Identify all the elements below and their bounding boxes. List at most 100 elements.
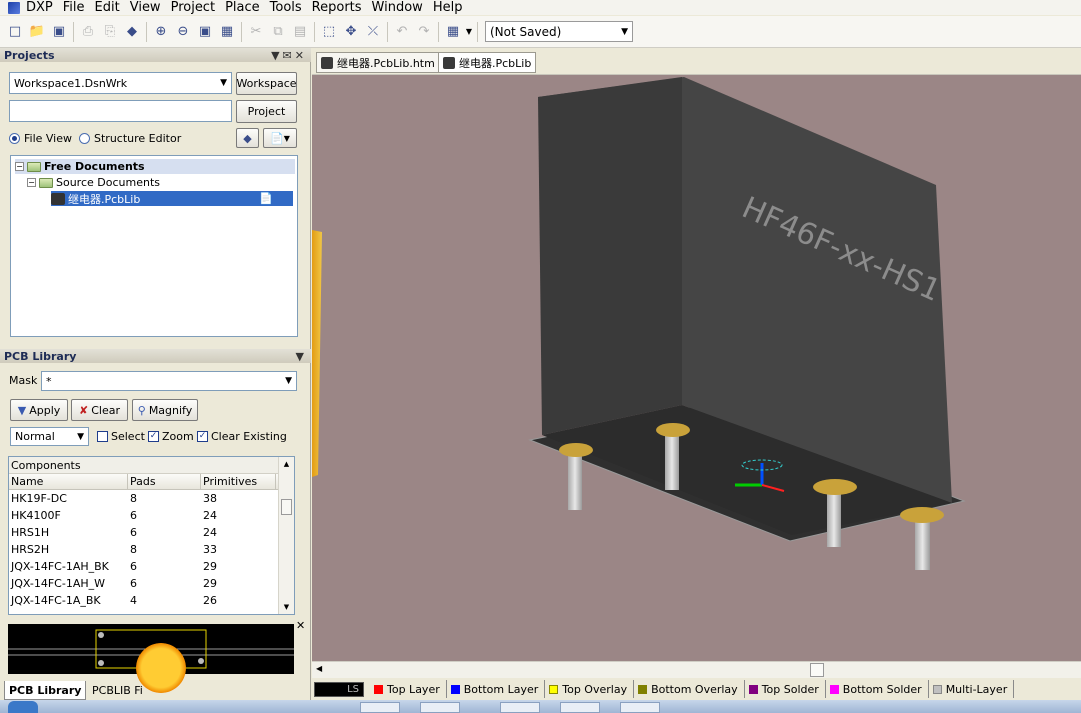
- menu-file[interactable]: File: [61, 0, 93, 15]
- tab-pcblib[interactable]: 继电器.PcbLib: [438, 52, 537, 73]
- current-layer-indicator[interactable]: LS: [314, 681, 364, 697]
- select-area-icon[interactable]: ⬚: [318, 21, 340, 43]
- layer-tab-multi-layer[interactable]: Multi-Layer: [929, 680, 1015, 698]
- taskbar-app-icon[interactable]: [420, 702, 460, 713]
- scroll-up-icon[interactable]: ▲: [279, 457, 294, 471]
- close-preview-icon[interactable]: ✕: [296, 619, 305, 632]
- layer-color-swatch: [450, 684, 460, 694]
- table-row[interactable]: HK19F-DC 8 38: [9, 490, 294, 507]
- document-state-select[interactable]: (Not Saved) ▼: [485, 21, 633, 42]
- cell-pads: 8: [130, 492, 137, 505]
- chevron-down-icon[interactable]: ▼: [296, 350, 307, 363]
- layer-tab-top-layer[interactable]: Top Layer: [370, 680, 447, 698]
- menu-reports[interactable]: Reports: [310, 0, 370, 15]
- start-button-icon[interactable]: [8, 701, 38, 713]
- column-pads[interactable]: Pads: [128, 474, 201, 489]
- pcb-3d-viewport[interactable]: HF46F-xx-HS1: [312, 75, 1081, 661]
- taskbar-app-icon[interactable]: [560, 702, 600, 713]
- tree-item-free-documents[interactable]: − Free Documents: [15, 159, 295, 174]
- cell-primitives: 24: [203, 526, 217, 539]
- layers-icon[interactable]: ◆: [121, 21, 143, 43]
- print-icon[interactable]: ⎙: [77, 21, 99, 43]
- cut-icon[interactable]: ✂: [245, 21, 267, 43]
- project-button[interactable]: Project: [236, 100, 297, 123]
- document-state-value: (Not Saved): [490, 24, 562, 39]
- apply-button-label: Apply: [29, 403, 61, 417]
- save-icon[interactable]: ▣: [48, 21, 70, 43]
- menu-edit[interactable]: Edit: [93, 0, 128, 15]
- apply-button[interactable]: ▼ Apply: [10, 399, 68, 421]
- new-document-icon[interactable]: □: [4, 21, 26, 43]
- scroll-down-icon[interactable]: ▼: [279, 600, 294, 614]
- layer-tab-top-solder[interactable]: Top Solder: [745, 680, 826, 698]
- table-row[interactable]: JQX-14FC-1AH_BK 6 29: [9, 558, 294, 575]
- menu-tools[interactable]: Tools: [268, 0, 310, 15]
- collapse-icon[interactable]: −: [15, 162, 24, 171]
- table-row[interactable]: JQX-14FC-1A_BK 4 26: [9, 592, 294, 609]
- document-menu-icon[interactable]: 📄 ▼: [263, 128, 297, 148]
- mask-input[interactable]: * ▼: [41, 371, 297, 391]
- panel-controls-icon[interactable]: ▼✉✕: [271, 49, 307, 62]
- taskbar-app-icon[interactable]: [620, 702, 660, 713]
- viewport-horizontal-scrollbar[interactable]: ◀: [312, 661, 1081, 678]
- components-list: Components Name Pads Primitives HK19F-DC…: [8, 456, 295, 615]
- select-label: Select: [111, 430, 145, 443]
- scroll-thumb[interactable]: [810, 663, 824, 677]
- taskbar-app-icon[interactable]: [360, 702, 400, 713]
- zoom-checkbox[interactable]: ✓ Zoom: [148, 430, 194, 443]
- project-layers-icon[interactable]: ◆: [236, 128, 259, 148]
- menu-place[interactable]: Place: [223, 0, 268, 15]
- table-row[interactable]: HRS1H 6 24: [9, 524, 294, 541]
- tab-pcb-library[interactable]: PCB Library: [4, 681, 87, 700]
- column-primitives[interactable]: Primitives: [201, 474, 276, 489]
- grid-icon[interactable]: ▦: [442, 21, 464, 43]
- tree-item-source-documents[interactable]: − Source Documents: [27, 175, 160, 190]
- layer-tab-bottom-layer[interactable]: Bottom Layer: [447, 680, 546, 698]
- dxp-logo-icon[interactable]: [8, 1, 20, 14]
- zoom-in-icon[interactable]: ⊕: [150, 21, 172, 43]
- layer-color-swatch: [932, 684, 942, 694]
- taskbar-app-icon[interactable]: [500, 702, 540, 713]
- copy-icon[interactable]: ⧉: [267, 21, 289, 43]
- table-row[interactable]: JQX-14FC-1AH_W 6 29: [9, 575, 294, 592]
- menu-dxp[interactable]: DXP: [24, 0, 61, 15]
- structure-editor-radio[interactable]: Structure Editor: [79, 132, 181, 145]
- tab-pcblib-filter[interactable]: PCBLIB Fi: [88, 681, 147, 700]
- workspace-button[interactable]: Workspace: [236, 72, 297, 95]
- table-row[interactable]: HK4100F 6 24: [9, 507, 294, 524]
- workspace-select[interactable]: Workspace1.DsnWrk ▼: [9, 72, 232, 94]
- clear-button[interactable]: ✘ Clear: [71, 399, 128, 421]
- menu-window[interactable]: Window: [370, 0, 431, 15]
- menu-help[interactable]: Help: [431, 0, 471, 15]
- column-name[interactable]: Name: [9, 474, 128, 489]
- tab-pcblib-htm[interactable]: 继电器.PcbLib.htm: [316, 52, 440, 73]
- grid-dropdown-chevron-down-icon[interactable]: ▼: [464, 21, 474, 43]
- file-view-radio[interactable]: File View: [9, 132, 72, 145]
- collapse-icon[interactable]: −: [27, 178, 36, 187]
- redo-icon[interactable]: ↷: [413, 21, 435, 43]
- project-input[interactable]: [9, 100, 232, 122]
- components-scrollbar[interactable]: ▲ ▼: [278, 457, 294, 614]
- scroll-left-icon[interactable]: ◀: [316, 664, 322, 673]
- menu-view[interactable]: View: [128, 0, 169, 15]
- clear-existing-checkbox[interactable]: ✓ Clear Existing: [197, 430, 287, 443]
- layer-tab-top-overlay[interactable]: Top Overlay: [545, 680, 635, 698]
- deselect-icon[interactable]: ⤫: [362, 21, 384, 43]
- mode-select[interactable]: Normal ▼: [10, 427, 89, 446]
- magnify-button[interactable]: ⚲ Magnify: [132, 399, 198, 421]
- layer-tab-bottom-solder[interactable]: Bottom Solder: [826, 680, 929, 698]
- table-row[interactable]: HRS2H 8 33: [9, 541, 294, 558]
- open-folder-icon[interactable]: 📁: [26, 21, 48, 43]
- menu-project[interactable]: Project: [169, 0, 223, 15]
- undo-icon[interactable]: ↶: [391, 21, 413, 43]
- zoom-fit-icon[interactable]: ▦: [216, 21, 238, 43]
- print-preview-icon[interactable]: ⎘: [99, 21, 121, 43]
- layer-tab-bottom-overlay[interactable]: Bottom Overlay: [634, 680, 745, 698]
- scroll-thumb[interactable]: [281, 499, 292, 515]
- tree-item-pcblib-file[interactable]: 继电器.PcbLib 📄: [51, 191, 293, 206]
- zoom-out-icon[interactable]: ⊖: [172, 21, 194, 43]
- select-checkbox[interactable]: Select: [97, 430, 145, 443]
- zoom-area-icon[interactable]: ▣: [194, 21, 216, 43]
- paste-icon[interactable]: ▤: [289, 21, 311, 43]
- move-icon[interactable]: ✥: [340, 21, 362, 43]
